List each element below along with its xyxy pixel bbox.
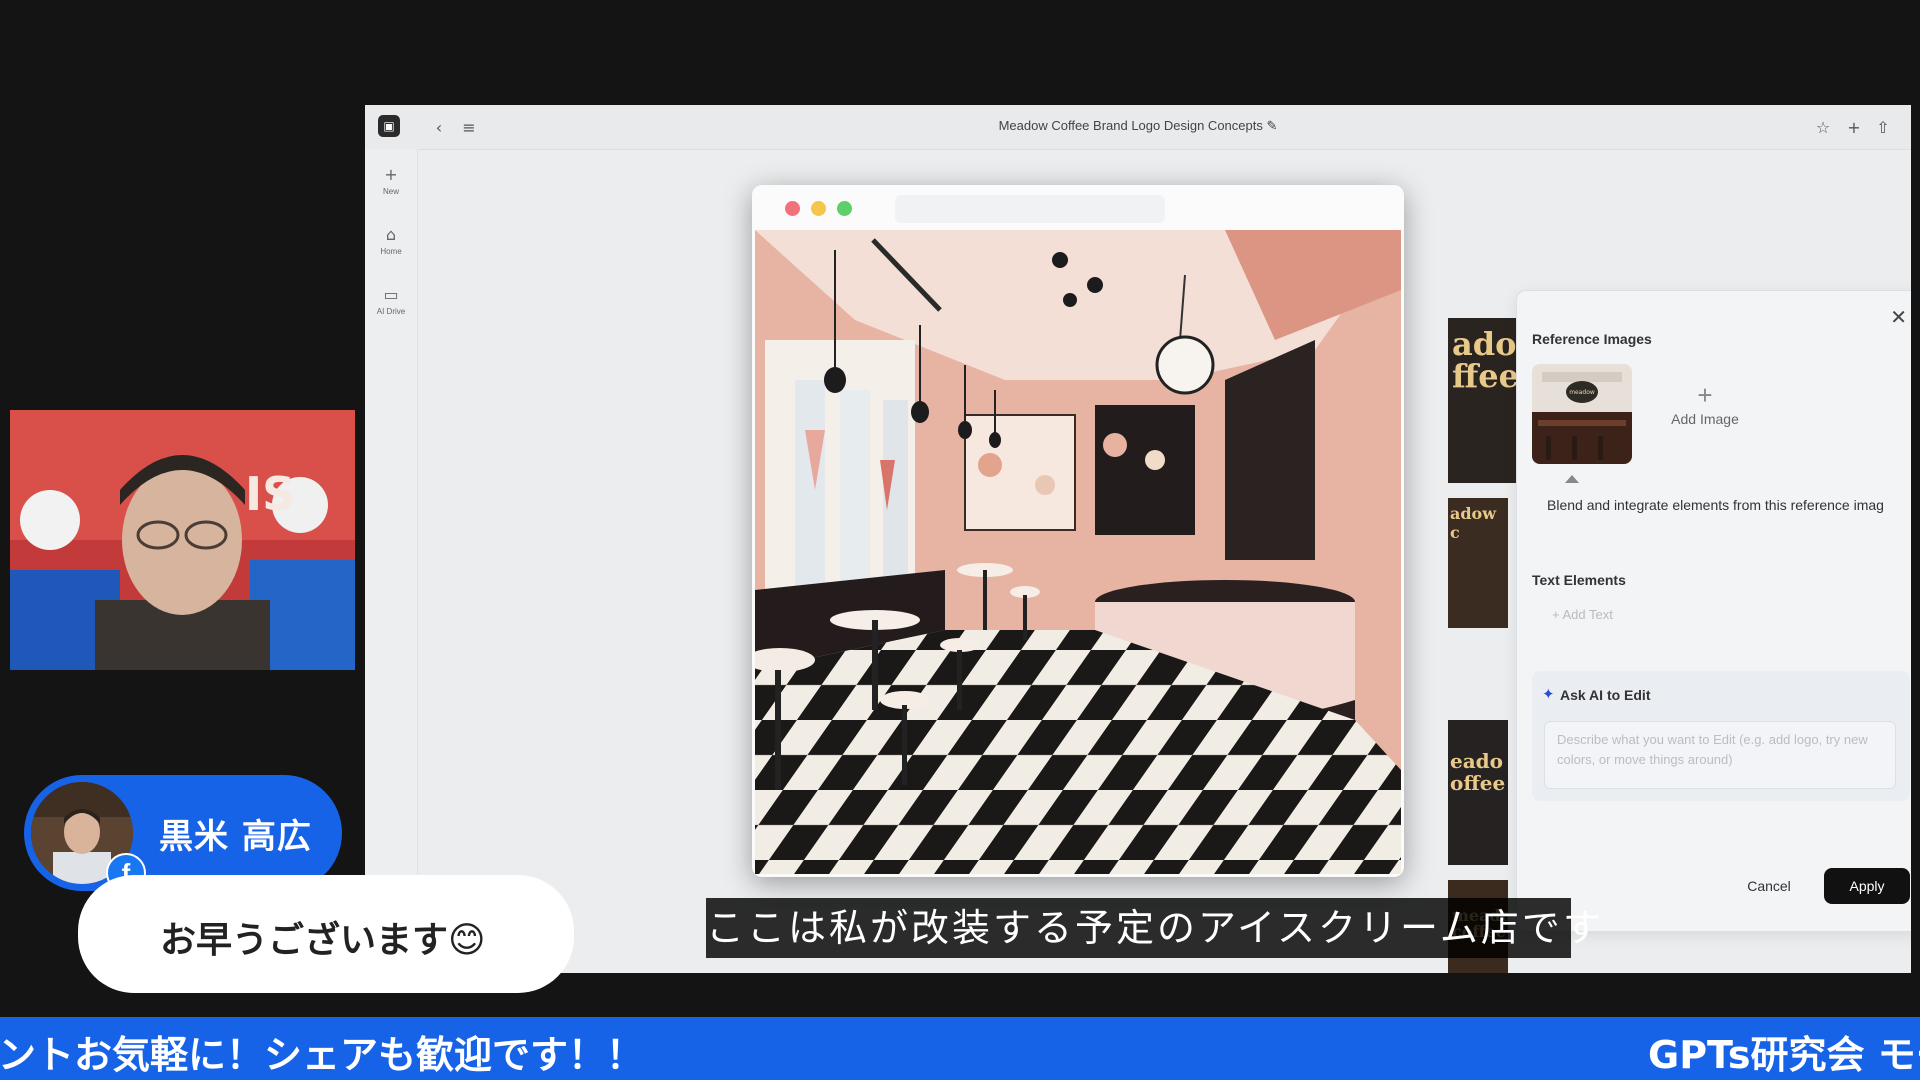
share-icon[interactable]: ⇧ (1871, 115, 1895, 139)
commenter-badge: f 黒米 高広 (24, 775, 342, 893)
rail-item-new[interactable]: + New (365, 165, 417, 196)
svg-text:meadow: meadow (1569, 389, 1595, 396)
reference-image: meadow (1532, 364, 1632, 464)
reference-image-thumbnail[interactable]: meadow (1532, 364, 1632, 464)
ask-ai-title: Ask AI to Edit (1560, 687, 1651, 703)
concept-thumbnail[interactable]: eado offee (1448, 720, 1508, 865)
edit-panel: ✕ Reference Images meadow + Add Image Bl… (1516, 290, 1911, 932)
star-icon[interactable]: ☆ (1811, 115, 1835, 139)
presenter-video: IS (10, 410, 355, 670)
folder-icon: ▭ (383, 285, 399, 304)
rail-item-home[interactable]: ⌂ Home (365, 225, 417, 256)
minimize-window-dot[interactable] (811, 201, 826, 216)
cancel-button[interactable]: Cancel (1725, 868, 1813, 904)
ice-cream-shop-photo (755, 230, 1401, 874)
add-image-button[interactable]: + Add Image (1655, 364, 1755, 464)
comment-text: お早うございます😊 (160, 920, 486, 961)
reference-images-heading: Reference Images (1532, 331, 1652, 347)
edit-pencil-icon[interactable]: ✎ (1266, 118, 1277, 133)
caret-up-icon (1565, 475, 1579, 483)
plus-icon: + (384, 165, 398, 184)
news-ticker: ントお気軽に！シェアも歓迎です！！ GPTs研究会 モー (0, 1017, 1920, 1080)
plus-icon: + (1552, 607, 1560, 622)
apply-button[interactable]: Apply (1824, 868, 1910, 904)
subtitle-caption: ここは私が改装する予定のアイスクリーム店です (706, 898, 1601, 958)
title-bar: ▣ ‹ ≡ Meadow Coffee Brand Logo Design Co… (365, 105, 1911, 150)
left-rail: + New ⌂ Home ▭ AI Drive (365, 149, 418, 973)
ticker-text-right: GPTs研究会 モー (1648, 1033, 1920, 1077)
preview-address-bar (895, 195, 1165, 223)
add-text-button[interactable]: + Add Text (1552, 607, 1613, 622)
text-elements-heading: Text Elements (1532, 572, 1626, 588)
sparkle-icon: ✦ (1542, 686, 1555, 703)
svg-text:IS: IS (245, 467, 295, 521)
plus-icon: + (1697, 380, 1713, 410)
webcam-feed: IS (10, 410, 355, 670)
reference-description: Blend and integrate elements from this r… (1547, 497, 1884, 513)
image-preview-window (752, 185, 1404, 877)
close-icon[interactable]: ✕ (1890, 305, 1907, 330)
home-icon: ⌂ (385, 225, 397, 244)
concept-thumbnail[interactable]: adow c (1448, 498, 1508, 628)
ask-ai-section: ✦ Ask AI to Edit Describe what you want … (1532, 671, 1910, 801)
ticker-text-left: ントお気軽に！シェアも歓迎です！！ (0, 1033, 645, 1077)
commenter-name: 黒米 高広 (159, 817, 312, 857)
ask-ai-input[interactable]: Describe what you want to Edit (e.g. add… (1544, 721, 1896, 789)
close-window-dot[interactable] (785, 201, 800, 216)
maximize-window-dot[interactable] (837, 201, 852, 216)
rail-item-ai-drive[interactable]: ▭ AI Drive (365, 285, 417, 316)
comment-bubble: お早うございます😊 (78, 875, 574, 993)
document-title: Meadow Coffee Brand Logo Design Concepts… (998, 118, 1278, 133)
add-icon[interactable]: + (1842, 115, 1866, 139)
